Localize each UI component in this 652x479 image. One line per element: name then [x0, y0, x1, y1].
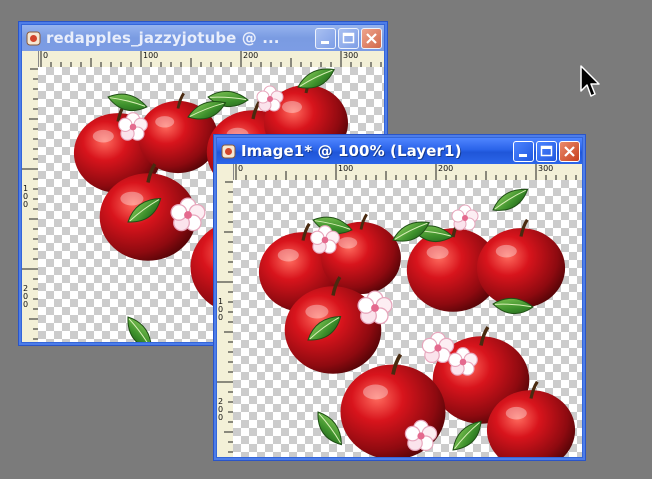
vertical-ruler: 1 0 0 2 0 0: [22, 51, 39, 342]
minimize-icon: [519, 153, 527, 157]
minimize-button[interactable]: [513, 140, 534, 162]
ruler-label: 100: [338, 164, 354, 173]
maximize-icon: [342, 32, 355, 43]
ruler-label: 300: [538, 164, 554, 173]
title-bar[interactable]: Image1* @ 100% (Layer1): [217, 138, 582, 164]
image-canvas[interactable]: [233, 180, 582, 457]
ruler-label: 0: [43, 51, 49, 60]
maximize-button[interactable]: [338, 27, 359, 49]
title-bar[interactable]: redapples_jazzyjotube @ ...: [22, 25, 384, 51]
close-button[interactable]: [559, 140, 580, 162]
maximize-icon: [540, 145, 553, 156]
ruler-label: 1 0 0: [218, 297, 224, 322]
document-window-image1[interactable]: Image1* @ 100% (Layer1) 0 100 200 300 1 …: [213, 134, 586, 461]
horizontal-ruler: 0 100 200 300: [38, 51, 384, 68]
minimize-button[interactable]: [315, 27, 336, 49]
ruler-label: 200: [243, 51, 259, 60]
ruler-label: 200: [438, 164, 454, 173]
paint-shop-pro-icon[interactable]: [26, 31, 41, 46]
ruler-label: 1 0 0: [23, 184, 29, 209]
minimize-icon: [321, 40, 329, 44]
ruler-label: 0: [238, 164, 244, 173]
close-icon: [366, 32, 377, 44]
horizontal-ruler: 0 100 200 300: [233, 164, 582, 181]
close-icon: [564, 145, 575, 157]
ruler-label: 300: [343, 51, 359, 60]
red-apples-image: [257, 184, 577, 457]
mouse-pointer-icon: [580, 65, 600, 97]
close-button[interactable]: [361, 27, 382, 49]
ruler-label: 2 0 0: [23, 284, 29, 309]
paint-shop-pro-icon[interactable]: [221, 144, 236, 159]
window-title: Image1* @ 100% (Layer1): [241, 142, 462, 160]
ruler-label: 2 0 0: [218, 397, 224, 422]
maximize-button[interactable]: [536, 140, 557, 162]
window-title: redapples_jazzyjotube @ ...: [46, 29, 280, 47]
ruler-label: 100: [143, 51, 159, 60]
vertical-ruler: 1 0 0 2 0 0: [217, 164, 234, 457]
